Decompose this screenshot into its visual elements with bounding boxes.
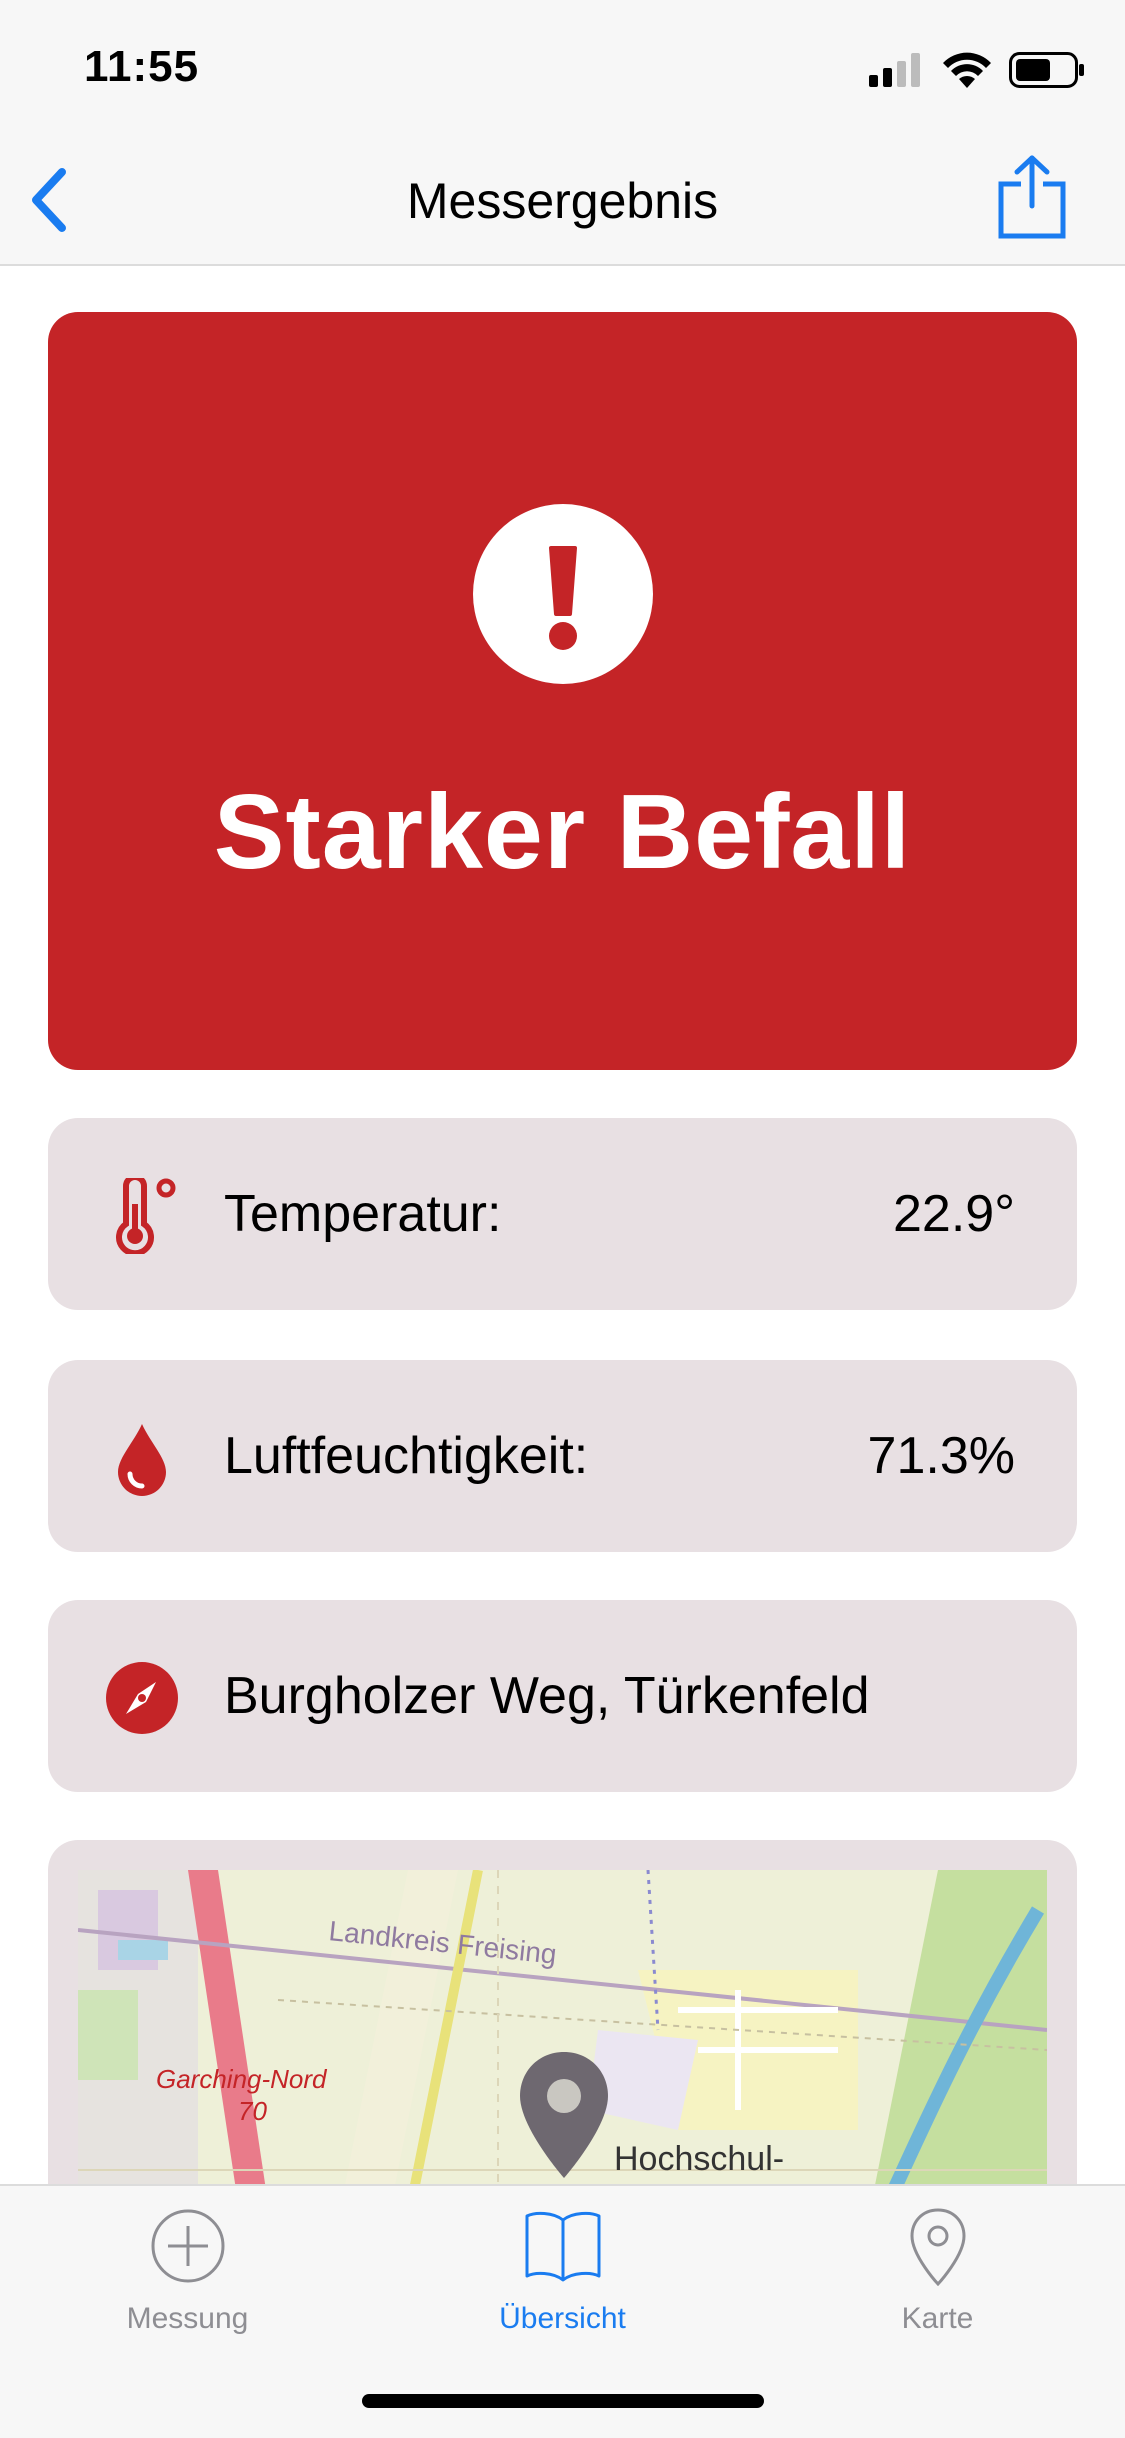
temperature-label: Temperatur: — [224, 1185, 502, 1243]
plus-circle-icon — [151, 2209, 224, 2283]
humidity-card: Luftfeuchtigkeit: 71.3% — [48, 1360, 1077, 1552]
map-pin-marker-icon[interactable] — [518, 2050, 610, 2180]
map-view[interactable]: Landkreis Freising Garching-Nord 70 Hoch… — [78, 1870, 1047, 2184]
battery-icon — [1009, 52, 1084, 88]
map-label-place: Hochschul- — [614, 2140, 784, 2178]
temperature-value: 22.9° — [892, 1185, 1015, 1243]
tab-label-uebersicht: Übersicht — [499, 2302, 626, 2335]
exclamation-icon — [473, 504, 653, 684]
tab-uebersicht[interactable]: Übersicht — [375, 2186, 750, 2346]
status-time: 11:55 — [84, 42, 200, 91]
humidity-label: Luftfeuchtigkeit: — [224, 1427, 589, 1485]
map-pin-icon — [909, 2208, 966, 2286]
tab-messung[interactable]: Messung — [0, 2186, 375, 2346]
location-card: Burgholzer Weg, Türkenfeld — [48, 1600, 1077, 1792]
tab-label-karte: Karte — [901, 2302, 974, 2335]
book-icon — [525, 2211, 600, 2282]
alert-title: Starker Befall — [213, 773, 912, 891]
tab-label-messung: Messung — [126, 2302, 249, 2335]
location-label: Burgholzer Weg, Türkenfeld — [224, 1667, 870, 1725]
share-icon[interactable] — [997, 154, 1067, 240]
scroll-content[interactable]: Starker Befall Temperatur: 22.9° Luftfeu… — [0, 266, 1125, 2184]
home-indicator — [362, 2394, 764, 2408]
tab-karte[interactable]: Karte — [750, 2186, 1125, 2346]
status-icons — [869, 50, 1085, 90]
status-bar: 11:55 — [0, 0, 1125, 132]
navigation-bar: Messergebnis — [0, 132, 1125, 266]
humidity-value: 71.3% — [867, 1427, 1015, 1485]
infestation-alert-card: Starker Befall — [48, 312, 1077, 1070]
map-card[interactable]: Landkreis Freising Garching-Nord 70 Hoch… — [48, 1840, 1077, 2184]
drop-icon — [118, 1424, 166, 1496]
signal-icon — [869, 53, 920, 87]
map-label-station: Garching-Nord — [156, 2064, 328, 2094]
wifi-icon — [943, 52, 991, 88]
temperature-card: Temperatur: 22.9° — [48, 1118, 1077, 1310]
compass-icon — [106, 1662, 178, 1734]
page-title: Messergebnis — [406, 173, 719, 229]
map-label-station-number: 70 — [238, 2096, 267, 2126]
thermometer-icon — [116, 1178, 176, 1254]
